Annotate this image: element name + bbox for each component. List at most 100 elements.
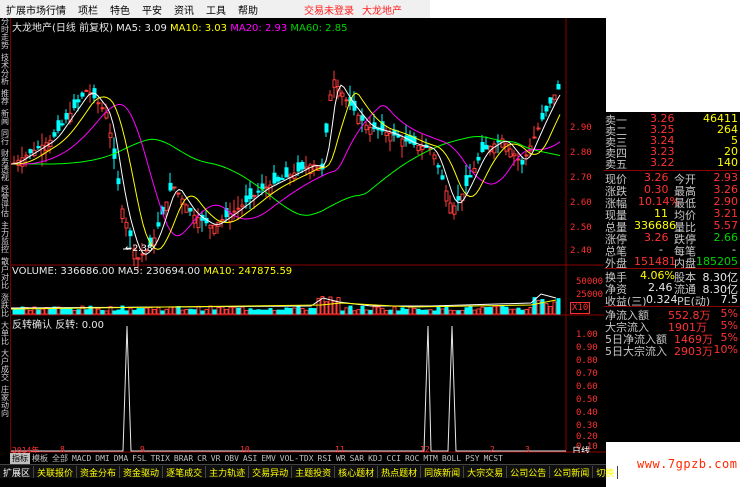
volume-bar [72, 310, 77, 315]
candle-body [524, 154, 529, 157]
candle-body [28, 149, 33, 154]
bottom-tab[interactable]: 逐笔成交 [163, 465, 207, 479]
candle-body [60, 123, 65, 126]
menu-item[interactable]: 项栏 [72, 2, 104, 17]
indicator-tab[interactable]: VOL-TDX [278, 454, 316, 463]
volume-bar [524, 309, 529, 315]
candle-body [256, 190, 261, 193]
candle-body [212, 224, 217, 234]
candle-body [36, 146, 41, 149]
volume-bar [452, 310, 457, 315]
quote-value: 185205 [696, 255, 738, 268]
volume-bar [472, 309, 477, 315]
indicator-tab[interactable]: MTM [421, 454, 439, 463]
indicator-tab[interactable]: EMV [259, 454, 277, 463]
bottom-tab[interactable]: 热点题材 [378, 465, 422, 479]
candle-body [248, 188, 253, 200]
bottom-tab[interactable]: 资金分布 [77, 465, 121, 479]
volume-bar [380, 307, 385, 315]
bottom-tab[interactable]: 切换 [593, 465, 619, 479]
indicator-tab[interactable]: VR [209, 454, 223, 463]
left-tab[interactable]: 推荐 [0, 90, 10, 106]
volume-bar [480, 306, 485, 315]
volume-bar [160, 310, 165, 315]
volume-bar [68, 308, 73, 315]
candle-body [368, 126, 373, 135]
left-tab[interactable]: 庄家动向 [0, 386, 10, 418]
bottom-tab[interactable]: 公司公告 [507, 465, 551, 479]
kline-chart-area[interactable] [11, 18, 606, 453]
left-tab[interactable]: 散户对比 [0, 258, 10, 290]
candle-body [156, 222, 161, 227]
left-tab[interactable]: 新闻 [0, 110, 10, 126]
indicator-tab[interactable]: TRIX [149, 454, 172, 463]
bottom-tab[interactable]: 关联报价 [34, 465, 78, 479]
volume-bar [268, 308, 273, 315]
bottom-tab[interactable]: 同族新闻 [421, 465, 465, 479]
volume-bar [288, 307, 293, 315]
indicator-tab[interactable]: RSI [316, 454, 334, 463]
left-tab[interactable]: 大户成交 [0, 350, 10, 382]
bottom-tab[interactable]: 主题投资 [292, 465, 336, 479]
candle-body [356, 114, 361, 125]
indicator-tab[interactable]: 模板 [30, 453, 50, 464]
volume-bar [264, 309, 269, 315]
bottom-tab[interactable]: 核心题材 [335, 465, 379, 479]
indicator-tab[interactable]: ASI [241, 454, 259, 463]
indicator-tab[interactable]: WR [334, 454, 348, 463]
candle-body [284, 167, 289, 178]
volume-bar [184, 309, 189, 315]
indicator-tab[interactable]: FSL [130, 454, 148, 463]
indicator-tab[interactable]: OBV [222, 454, 240, 463]
candle-body [344, 99, 349, 102]
left-tab[interactable]: 涨跌比 [0, 294, 10, 318]
left-tab[interactable]: 主力监控 [0, 222, 10, 254]
indicator-axis-label: 0.30 [576, 421, 598, 431]
login-status[interactable]: 交易未登录 [304, 2, 354, 17]
menu-item[interactable]: 扩展市场行情 [0, 2, 72, 17]
bottom-tab[interactable]: 扩展区 [0, 465, 35, 479]
volume-bar [468, 305, 473, 315]
indicator-tab[interactable]: CCI [385, 454, 403, 463]
menu-item[interactable]: 工具 [200, 2, 232, 17]
indicator-tab[interactable]: BOLL [440, 454, 463, 463]
indicator-tab[interactable]: 全部 [50, 453, 70, 464]
indicator-tab[interactable]: MACD [70, 454, 93, 463]
indicator-tab[interactable]: MCST [482, 454, 505, 463]
indicator-tab[interactable]: DMI [93, 454, 111, 463]
volume-bar [324, 301, 329, 315]
bottom-tab[interactable]: 主力轨迹 [206, 465, 250, 479]
indicator-tab[interactable]: PSY [463, 454, 481, 463]
menu-item[interactable]: 特色 [104, 2, 136, 17]
indicator-tab[interactable]: SAR [348, 454, 366, 463]
fund-flow-row: 5日大宗流入 2903万 10% [604, 343, 740, 358]
bottom-tab[interactable]: 交易异动 [249, 465, 293, 479]
left-tab[interactable]: 经营评估 [0, 186, 10, 218]
indicator-tab[interactable]: ROC [403, 454, 421, 463]
menu-item[interactable]: 平安 [136, 2, 168, 17]
ma60-label: MA60: 2.85 [290, 23, 348, 34]
volume-bar [300, 307, 305, 315]
left-tab[interactable]: 分时走势 [0, 18, 10, 50]
indicator-tab[interactable]: DMA [112, 454, 130, 463]
left-tab[interactable]: 大单比 [0, 322, 10, 346]
volume-bar [180, 309, 185, 315]
left-tab[interactable]: 同行 [0, 130, 10, 146]
volume-bar [484, 307, 489, 315]
indicator-tab[interactable]: KDJ [366, 454, 384, 463]
volume-bar [440, 308, 445, 315]
left-tab[interactable]: 技术分析 [0, 54, 10, 86]
volume-bar [400, 307, 405, 315]
indicator-tab[interactable]: 指标 [10, 453, 30, 464]
menu-item[interactable]: 资讯 [168, 2, 200, 17]
volume-bar [476, 308, 481, 315]
bottom-tab[interactable]: 资金驱动 [120, 465, 164, 479]
indicator-tab[interactable]: CR [195, 454, 209, 463]
volume-bar [212, 309, 217, 315]
bottom-tab[interactable]: 大宗交易 [464, 465, 508, 479]
menu-item[interactable]: 帮助 [232, 2, 264, 17]
indicator-tab[interactable]: BRAR [172, 454, 195, 463]
bottom-tab[interactable]: 公司新闻 [550, 465, 594, 479]
candle-body [276, 176, 281, 182]
left-tab[interactable]: 财务透视 [0, 150, 10, 182]
